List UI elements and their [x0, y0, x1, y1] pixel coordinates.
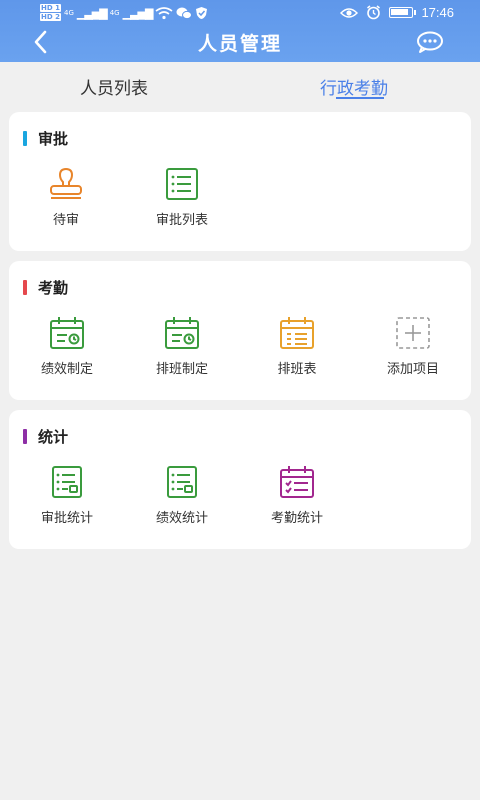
approval-stats-button[interactable]: 审批统计 — [17, 465, 117, 526]
attendance-section-card: 考勤 绩效制定 排班制定 排班表 添加项目 — [9, 261, 471, 400]
network1-label: 4G — [63, 9, 74, 17]
calendar-clock-icon — [50, 317, 84, 349]
approval-stats-label: 审批统计 — [40, 511, 93, 526]
stamp-icon — [50, 168, 82, 199]
signal1-icon: ▁▃▅▇ — [76, 6, 108, 20]
page-title: 人员管理 — [197, 33, 282, 55]
battery-level — [391, 9, 409, 15]
tab-bar: 人员列表 行政考勤 — [0, 62, 480, 110]
calendar-list-icon — [280, 317, 314, 349]
attendance-stats-label: 考勤统计 — [270, 511, 323, 526]
approval-section-header: 审批 — [23, 128, 68, 149]
stats-list-icon — [167, 466, 197, 498]
chat-bubble-icon[interactable] — [416, 30, 444, 54]
statistics-section-title: 统计 — [38, 428, 69, 446]
add-item-label: 添加项目 — [386, 362, 439, 377]
calendar-clock-icon — [165, 317, 199, 349]
list-icon — [166, 168, 198, 200]
tab-personnel-list[interactable]: 人员列表 — [80, 74, 148, 99]
eye-icon — [340, 7, 359, 18]
approval-list-button[interactable]: 审批列表 — [132, 167, 232, 228]
section-accent-bar — [23, 280, 27, 295]
battery-icon — [389, 7, 417, 18]
calendar-check-icon — [280, 466, 314, 498]
performance-stats-button[interactable]: 绩效统计 — [132, 465, 232, 526]
statistics-section-header: 统计 — [23, 426, 68, 447]
shift-table-label: 排班表 — [277, 362, 317, 377]
active-tab-indicator — [336, 97, 384, 99]
clock: 17:46 — [421, 5, 454, 20]
attendance-section-header: 考勤 — [23, 277, 68, 298]
approval-section-title: 审批 — [38, 130, 69, 148]
status-left: HD 1 HD 2 4G ▁▃▅▇ 4G ▁▃▅▇ — [40, 4, 208, 22]
performance-stats-label: 绩效统计 — [155, 511, 208, 526]
shield-icon — [196, 7, 208, 19]
statistics-section-card: 统计 审批统计 绩效统计 考勤统计 — [9, 410, 471, 549]
sim2-label: HD 2 — [40, 13, 61, 21]
stats-list-icon — [52, 466, 82, 498]
wifi-icon — [155, 6, 173, 19]
sim1-label: HD 1 — [40, 4, 61, 12]
pending-approval-button[interactable]: 待审 — [16, 167, 116, 228]
nav-bar: 人员管理 — [0, 26, 480, 62]
pending-approval-label: 待审 — [52, 213, 79, 228]
status-right: 17:46 — [340, 5, 454, 20]
app-header: HD 1 HD 2 4G ▁▃▅▇ 4G ▁▃▅▇ 17:46 人员管理 — [0, 0, 480, 62]
alarm-icon — [367, 5, 381, 20]
add-icon — [396, 317, 430, 349]
performance-setup-button[interactable]: 绩效制定 — [17, 316, 117, 377]
signal2-icon: ▁▃▅▇ — [122, 6, 154, 20]
section-accent-bar — [23, 429, 27, 444]
add-item-button[interactable]: 添加项目 — [363, 316, 463, 377]
attendance-stats-button[interactable]: 考勤统计 — [247, 465, 347, 526]
shift-table-button[interactable]: 排班表 — [247, 316, 347, 377]
tab-admin-attendance[interactable]: 行政考勤 — [320, 74, 388, 99]
section-accent-bar — [23, 131, 27, 146]
network2-label: 4G — [109, 9, 120, 17]
shift-setup-label: 排班制定 — [155, 362, 208, 377]
shift-setup-button[interactable]: 排班制定 — [132, 316, 232, 377]
performance-setup-label: 绩效制定 — [40, 362, 93, 377]
sim-indicators: HD 1 HD 2 — [40, 4, 61, 22]
wechat-icon — [176, 7, 193, 19]
approval-section-card: 审批 待审 审批列表 — [9, 112, 471, 251]
approval-list-label: 审批列表 — [155, 213, 208, 228]
attendance-section-title: 考勤 — [38, 279, 69, 297]
status-bar: HD 1 HD 2 4G ▁▃▅▇ 4G ▁▃▅▇ 17:46 — [0, 0, 480, 26]
